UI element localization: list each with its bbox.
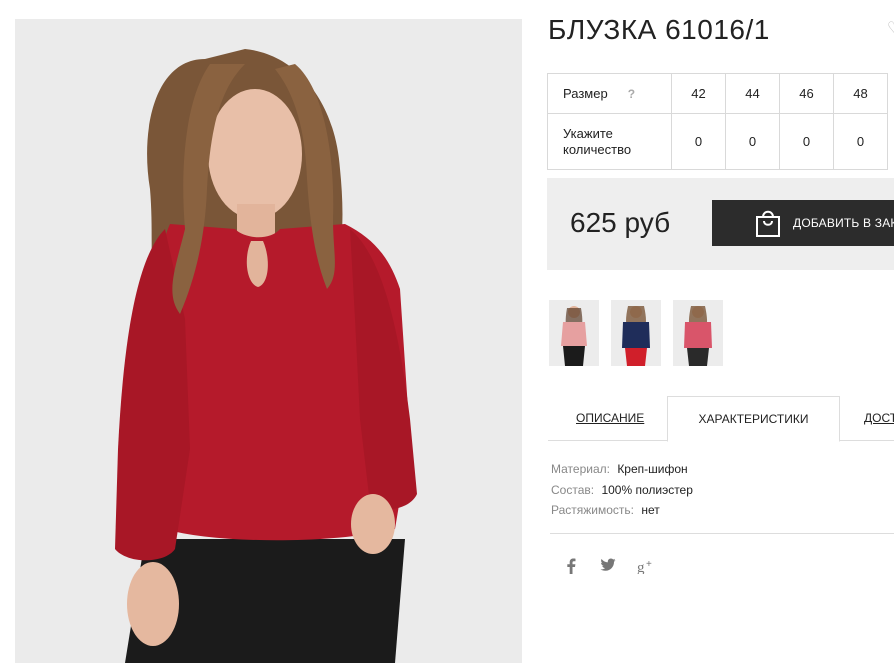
tab-delivery[interactable]: ДОСТАВКА xyxy=(864,396,894,440)
add-to-cart-button[interactable]: ДОБАВИТЬ В ЗАКАЗ xyxy=(712,200,894,246)
spec-value: нет xyxy=(641,503,660,517)
quantity-input-46[interactable]: 0 xyxy=(779,113,834,170)
svg-text:g: g xyxy=(637,560,645,574)
main-product-photo[interactable] xyxy=(15,19,522,663)
model-illustration xyxy=(15,19,522,663)
divider xyxy=(550,533,894,534)
spec-composition: Состав: 100% полиэстер xyxy=(551,480,693,501)
shopping-bag-icon xyxy=(756,210,780,237)
size-44: 44 xyxy=(725,73,780,114)
spec-key: Состав: xyxy=(551,482,595,497)
spec-key: Растяжимость: xyxy=(551,503,635,517)
spec-key: Материал: xyxy=(551,462,610,476)
facebook-icon[interactable] xyxy=(566,558,576,577)
size-row: Размер? 42 44 46 48 xyxy=(547,73,888,114)
google-plus-icon[interactable]: g + xyxy=(637,558,655,577)
quantity-row: Укажите количество 0 0 0 0 xyxy=(547,113,888,170)
size-42: 42 xyxy=(671,73,726,114)
spec-material: Материал: Креп-шифон xyxy=(551,459,693,480)
size-table: Размер? 42 44 46 48 Укажите количество 0… xyxy=(547,73,888,170)
tab-description[interactable]: ОПИСАНИЕ xyxy=(576,396,644,440)
quantity-label: Укажите количество xyxy=(547,113,672,170)
price-box: 625 руб ДОБАВИТЬ В ЗАКАЗ xyxy=(547,178,894,270)
spec-value: Креп-шифон xyxy=(617,462,688,476)
quantity-input-48[interactable]: 0 xyxy=(833,113,888,170)
size-label: Размер xyxy=(563,85,608,101)
product-title: БЛУЗКА 61016/1 xyxy=(548,14,770,45)
product-specs: Материал: Креп-шифон Состав: 100% полиэс… xyxy=(551,459,693,521)
spec-value: 100% полиэстер xyxy=(601,482,693,497)
size-46: 46 xyxy=(779,73,834,114)
svg-text:+: + xyxy=(646,559,652,570)
thumbnail-navy-blouse[interactable] xyxy=(611,300,661,366)
twitter-icon[interactable] xyxy=(600,558,616,575)
add-to-cart-label: ДОБАВИТЬ В ЗАКАЗ xyxy=(793,216,894,230)
size-help-icon[interactable]: ? xyxy=(628,87,635,101)
product-tabs: ОПИСАНИЕ ХАРАКТЕРИСТИКИ ДОСТАВКА xyxy=(548,396,894,442)
thumbnail-coral-blouse[interactable] xyxy=(673,300,723,366)
quantity-input-44[interactable]: 0 xyxy=(725,113,780,170)
tab-characteristics[interactable]: ХАРАКТЕРИСТИКИ xyxy=(667,396,840,442)
spec-stretch: Растяжимость: нет xyxy=(551,500,693,521)
size-label-cell: Размер? xyxy=(547,73,672,114)
quantity-input-42[interactable]: 0 xyxy=(671,113,726,170)
favorite-icon[interactable]: ♡ xyxy=(887,18,894,38)
size-48: 48 xyxy=(833,73,888,114)
thumbnail-pink-blouse[interactable] xyxy=(549,300,599,366)
product-price: 625 руб xyxy=(570,207,671,238)
